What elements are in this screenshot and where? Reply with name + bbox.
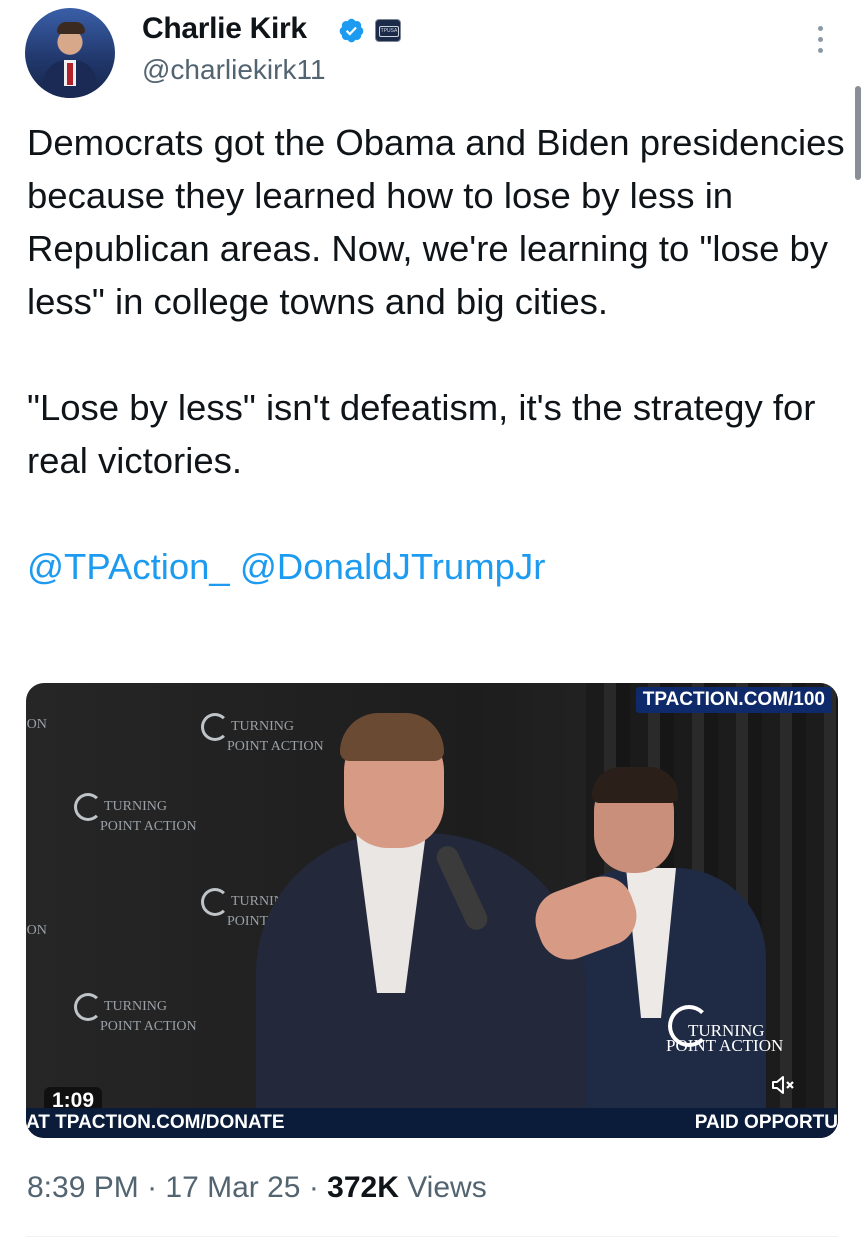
tweet-meta: 8:39 PM · 17 Mar 25 · 372K Views: [27, 1171, 487, 1204]
affiliate-badge-text: TPUSA: [379, 26, 399, 37]
edge-text: ION: [26, 717, 47, 732]
backdrop-logo: TURNING POINT ACTION: [74, 793, 197, 834]
author-handle[interactable]: @charliekirk11: [142, 54, 326, 86]
verified-badge-icon: [339, 18, 364, 43]
author-name[interactable]: Charlie Kirk: [142, 12, 307, 46]
views-label[interactable]: Views: [407, 1171, 486, 1204]
tweet-paragraph: Democrats got the Obama and Biden presid…: [27, 122, 845, 322]
video-ticker: AT TPACTION.COM/DONATE PAID OPPORTU: [26, 1108, 838, 1138]
video-corner-tag: TPACTION.COM/100: [635, 687, 832, 713]
video-player[interactable]: ION ION TURNINGPOINT ACTION TURNINGPOINT…: [26, 683, 838, 1138]
speaker-primary: [256, 833, 586, 1138]
ticker-right: PAID OPPORTU: [694, 1112, 838, 1133]
turning-point-watermark: TURNING POINT ACTION: [666, 1005, 783, 1054]
ticker-left: AT TPACTION.COM/DONATE: [26, 1112, 285, 1133]
speaker-muted-icon[interactable]: [764, 1073, 802, 1103]
divider: [26, 1236, 838, 1237]
avatar[interactable]: [25, 8, 115, 98]
backdrop-logo: TURNING POINT ACTION: [201, 713, 324, 754]
views-count[interactable]: 372K: [327, 1171, 399, 1204]
tweet-date[interactable]: 17 Mar 25: [165, 1171, 300, 1204]
backdrop-logo: TURNING POINT ACTION: [74, 993, 197, 1034]
more-options-icon[interactable]: [812, 26, 828, 60]
tweet-mentions[interactable]: @TPAction_ @DonaldJTrumpJr: [27, 540, 847, 593]
tweet-text: Democrats got the Obama and Biden presid…: [27, 116, 847, 593]
scrollbar[interactable]: [855, 86, 861, 180]
tweet-paragraph: "Lose by less" isn't defeatism, it's the…: [27, 387, 816, 481]
affiliate-badge[interactable]: TPUSA: [375, 19, 401, 42]
tweet-time[interactable]: 8:39 PM: [27, 1171, 139, 1204]
edge-text: ION: [26, 923, 47, 938]
